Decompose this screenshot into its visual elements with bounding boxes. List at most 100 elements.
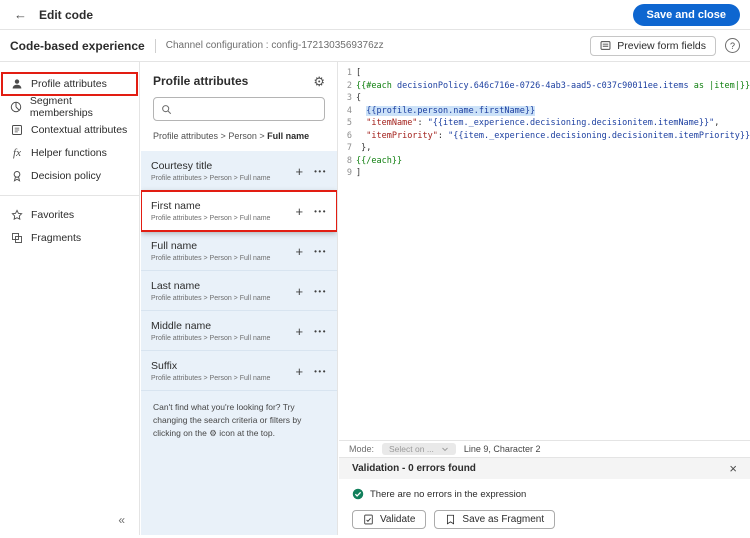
breadcrumb-separator: > [259,131,264,141]
attribute-actions: + ••• [296,165,328,178]
sidebar-item-profile-attributes[interactable]: Profile attributes [2,73,137,95]
code-token [356,131,366,141]
help-icon[interactable]: ? [725,38,740,53]
decision-icon [10,170,24,182]
attribute-name: Courtesy title [151,160,296,172]
validation-message-row: There are no errors in the expression [352,488,737,500]
code-lines[interactable]: [ {{#each decisionPolicy.646c716e-0726-4a… [356,67,750,440]
search-box[interactable] [153,97,325,121]
add-attribute-button[interactable]: + [296,325,304,338]
breadcrumb-mid[interactable]: Person [228,131,257,141]
save-as-fragment-button[interactable]: Save as Fragment [434,510,555,529]
sidebar-item-contextual-attributes[interactable]: Contextual attributes [2,119,137,141]
code-token: : [438,131,448,141]
attributes-panel: Profile attributes ⚙ Profile attributes … [141,62,338,535]
segments-icon [10,101,23,113]
add-attribute-button[interactable]: + [296,365,304,378]
code-token: [ [356,68,361,78]
settings-gear-icon[interactable]: ⚙ [313,75,325,88]
line-number: 9 [339,167,352,180]
more-options-button[interactable]: ••• [314,367,327,376]
code-token: : [417,118,427,128]
search-input[interactable] [177,104,317,115]
validation-body: There are no errors in the expression Va… [339,479,750,538]
context-icon [10,124,24,136]
search-hint-text: Can't find what you're looking for? Try … [141,391,337,449]
code-line: "itemPriority": "{{item._experience.deci… [356,130,750,143]
attribute-info: SuffixProfile attributes > Person > Full… [151,360,296,382]
vertical-divider [155,39,156,53]
code-token: "itemPriority" [366,131,438,141]
validation-actions: Validate Save as Fragment [352,510,737,529]
sidebar-item-label: Segment memberships [30,95,129,119]
line-number: 4 [339,105,352,118]
attribute-actions: + ••• [296,245,328,258]
sidebar-items: Profile attributesSegment membershipsCon… [0,73,139,249]
code-token [356,118,366,128]
attribute-info: First nameProfile attributes > Person > … [151,200,296,222]
attribute-actions: + ••• [296,205,328,218]
form-icon [600,40,611,51]
more-options-button[interactable]: ••• [314,327,327,336]
code-line: {{#each decisionPolicy.646c716e-0726-4ab… [356,80,750,93]
line-number: 7 [339,142,352,155]
attribute-card-suffix[interactable]: SuffixProfile attributes > Person > Full… [141,351,337,391]
code-line: { [356,92,750,105]
attribute-card-full-name[interactable]: Full nameProfile attributes > Person > F… [141,231,337,271]
line-number: 2 [339,80,352,93]
code-token: }, [356,143,371,153]
attribute-card-last-name[interactable]: Last nameProfile attributes > Person > F… [141,271,337,311]
sidebar-item-fragments[interactable]: Fragments [2,227,137,249]
breadcrumb-root[interactable]: Profile attributes [153,131,218,141]
sidebar-item-segment-memberships[interactable]: Segment memberships [2,96,137,118]
sidebar-item-favorites[interactable]: Favorites [2,204,137,226]
code-line: "itemName": "{{item._experience.decision… [356,117,750,130]
code-line: {{/each}} [356,155,750,168]
collapse-sidebar-button[interactable]: « [118,513,125,527]
save-as-fragment-label: Save as Fragment [462,514,544,525]
left-sidebar: Profile attributesSegment membershipsCon… [0,62,140,535]
attribute-name: Last name [151,280,296,292]
top-bar: ← Edit code Save and close [0,0,750,30]
add-attribute-button[interactable]: + [296,205,304,218]
attribute-card-courtesy-title[interactable]: Courtesy title Profile attributes > Perso… [141,151,337,191]
attribute-card-first-name[interactable]: First nameProfile attributes > Person > … [141,191,337,231]
chevron-down-icon [441,445,449,453]
mode-select-value: Select on ... [389,444,434,454]
more-options-button[interactable]: ••• [314,287,327,296]
line-number: 3 [339,92,352,105]
preview-form-fields-label: Preview form fields [617,40,706,52]
add-attribute-button[interactable]: + [296,245,304,258]
attribute-card-middle-name[interactable]: Middle nameProfile attributes > Person >… [141,311,337,351]
preview-form-fields-button[interactable]: Preview form fields [590,36,716,56]
attribute-actions: + ••• [296,365,328,378]
validate-button[interactable]: Validate [352,510,426,529]
code-token: "{{item._experience.decisioning.decision… [448,131,750,141]
line-number: 6 [339,130,352,143]
sidebar-item-helper-functions[interactable]: fxHelper functions [2,142,137,164]
attribute-path: Profile attributes > Person > Full name [151,175,296,182]
code-line: [ [356,67,750,80]
star-icon [10,209,24,221]
add-attribute-button[interactable]: + [296,285,304,298]
breadcrumb[interactable]: Profile attributes > Person > Full name [141,121,337,151]
more-options-button[interactable]: ••• [314,247,327,256]
attribute-rows: Courtesy title Profile attributes > Perso… [141,151,337,391]
sub-header: Code-based experience Channel configurat… [0,30,750,62]
sidebar-item-decision-policy[interactable]: Decision policy [2,165,137,187]
close-icon[interactable]: × [729,462,737,475]
validation-header: Validation - 0 errors found × [339,458,750,479]
more-options-button[interactable]: ••• [314,207,327,216]
save-and-close-button[interactable]: Save and close [633,4,741,26]
back-icon[interactable]: ← [14,7,27,22]
code-token: "{{item._experience.decisioning.decision… [428,118,715,128]
attribute-path: Profile attributes > Person > Full name [151,215,296,222]
code-editor[interactable]: 123456789 [{{#each decisionPolicy.646c71… [339,62,750,440]
code-token [356,106,366,116]
mode-select[interactable]: Select on ... [382,443,456,455]
fx-icon: fx [10,148,24,159]
more-options-button[interactable]: ••• [314,167,327,176]
editor-status-bar: Mode: Select on ... Line 9, Character 2 [339,440,750,457]
line-number: 5 [339,117,352,130]
add-attribute-button[interactable]: + [296,165,304,178]
